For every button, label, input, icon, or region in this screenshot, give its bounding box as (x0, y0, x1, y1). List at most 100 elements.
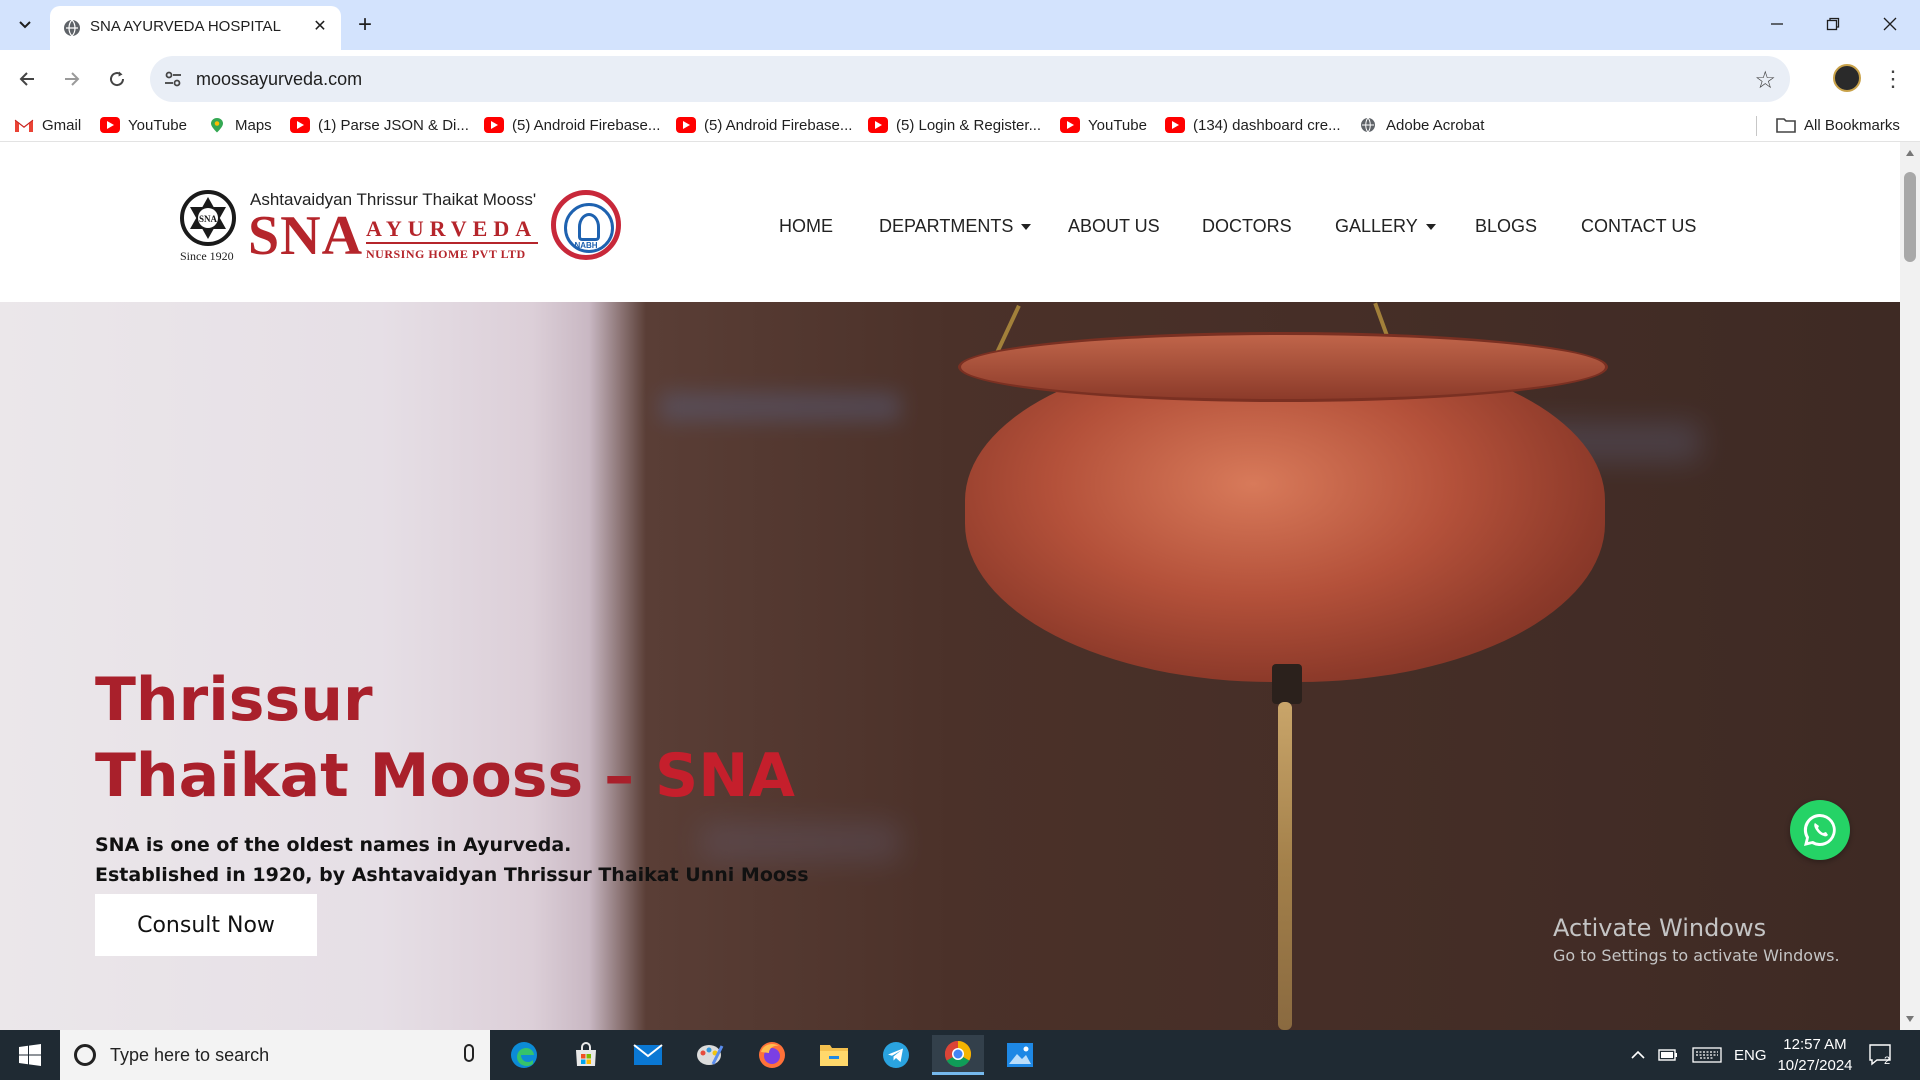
bookmark-label: (5) Android Firebase... (512, 116, 661, 134)
notification-count: 2 (1884, 1055, 1891, 1067)
battery-status[interactable] (1658, 1030, 1678, 1080)
taskbar-clock[interactable]: 12:57 AM 10/27/2024 (1770, 1034, 1860, 1076)
hero-title-highlight: SNA (655, 741, 795, 811)
hero-banner: Thrissur Thaikat Mooss – SNA SNA is one … (0, 302, 1900, 1030)
caret-down-icon (1425, 223, 1436, 230)
paint-icon (697, 1045, 724, 1065)
site-info-icon[interactable] (162, 68, 184, 90)
hero-title: Thrissur Thaikat Mooss – SNA (95, 662, 795, 814)
logo-sna: SNA (248, 205, 364, 267)
minimize-button[interactable] (1757, 8, 1797, 40)
mail-icon (633, 1044, 663, 1065)
activate-windows-subtitle: Go to Settings to activate Windows. (1553, 946, 1840, 965)
hero-title-line1: Thrissur (95, 665, 373, 735)
browser-menu-icon[interactable]: ⋮ (1880, 64, 1906, 94)
address-bar[interactable]: moossayurveda.com ☆ (150, 56, 1790, 102)
nav-gallery[interactable]: GALLERY (1335, 216, 1436, 237)
folder-icon (820, 1045, 848, 1066)
youtube-icon (484, 117, 504, 133)
bookmark-youtube-2[interactable]: YouTube (1060, 114, 1147, 136)
web-page: SNA Since 1920 Ashtavaidyan Thrissur Tha… (0, 142, 1900, 1030)
bookmark-android-firebase-2[interactable]: (5) Android Firebase... (676, 114, 852, 136)
scroll-down-icon[interactable] (1906, 1016, 1914, 1022)
forward-button[interactable] (55, 62, 89, 96)
bookmark-gmail[interactable]: Gmail (14, 114, 81, 136)
nav-home[interactable]: HOME (779, 216, 833, 237)
caret-down-icon (1021, 223, 1032, 230)
bookmark-label: Adobe Acrobat (1386, 116, 1485, 134)
pot-spout (1272, 664, 1302, 704)
taskbar-paint[interactable] (684, 1035, 736, 1075)
windows-taskbar: Type here to search ENG 12:57 AM 10/27/2… (0, 1030, 1920, 1080)
consult-now-button[interactable]: Consult Now (95, 894, 317, 956)
bookmark-label: YouTube (1088, 116, 1147, 134)
all-bookmarks-button[interactable]: All Bookmarks (1776, 114, 1900, 136)
bookmark-login-register[interactable]: (5) Login & Register... (868, 114, 1041, 136)
logo-nursing-home: NURSING HOME PVT LTD (366, 247, 526, 261)
bookmark-adobe-acrobat[interactable]: Adobe Acrobat (1358, 114, 1484, 136)
bookmark-dashboard[interactable]: (134) dashboard cre... (1165, 114, 1341, 136)
new-tab-button[interactable]: + (350, 10, 380, 40)
telegram-icon (883, 1042, 909, 1068)
whatsapp-button[interactable] (1790, 800, 1850, 860)
keyboard-icon (1692, 1047, 1722, 1063)
notification-center[interactable]: 2 (1868, 1030, 1891, 1080)
background-blur (660, 392, 900, 422)
browser-tab[interactable]: SNA AYURVEDA HOSPITAL ✕ (50, 6, 341, 50)
nav-blogs[interactable]: BLOGS (1475, 216, 1537, 237)
bookmark-maps[interactable]: Maps (207, 114, 272, 136)
touch-keyboard[interactable] (1692, 1030, 1722, 1080)
bookmarks-divider (1756, 116, 1757, 136)
taskbar-photos[interactable] (994, 1035, 1046, 1075)
youtube-icon (676, 117, 696, 133)
taskbar-store[interactable] (560, 1035, 612, 1075)
bookmark-label: Maps (235, 116, 272, 134)
globe-icon (64, 19, 80, 37)
youtube-icon (290, 117, 310, 133)
bookmark-parse-json[interactable]: (1) Parse JSON & Di... (290, 114, 469, 136)
close-window-button[interactable] (1870, 8, 1910, 40)
pot-rim (958, 332, 1608, 402)
bookmark-android-firebase-1[interactable]: (5) Android Firebase... (484, 114, 660, 136)
taskbar-edge[interactable] (498, 1035, 550, 1075)
show-hidden-icons[interactable] (1630, 1030, 1646, 1080)
taskbar-search-box[interactable]: Type here to search (60, 1030, 490, 1080)
gmail-icon (14, 119, 34, 132)
tab-search-button[interactable] (8, 10, 42, 40)
url-text[interactable]: moossayurveda.com (196, 69, 362, 90)
start-button[interactable] (0, 1030, 60, 1080)
taskbar-firefox[interactable] (746, 1035, 798, 1075)
sna-emblem-icon: SNA (180, 190, 236, 246)
back-button[interactable] (10, 62, 44, 96)
taskbar-file-explorer[interactable] (808, 1035, 860, 1075)
language-indicator[interactable]: ENG (1734, 1030, 1767, 1080)
taskbar-mail[interactable] (622, 1035, 674, 1075)
reload-button[interactable] (100, 62, 134, 96)
nav-departments-label: DEPARTMENTS (879, 216, 1014, 236)
reload-icon (110, 71, 125, 87)
oil-stream (1278, 702, 1292, 1030)
nav-about[interactable]: ABOUT US (1068, 216, 1160, 237)
hero-subtitle-line1: SNA is one of the oldest names in Ayurve… (95, 834, 572, 856)
nav-contact[interactable]: CONTACT US (1581, 216, 1696, 237)
scroll-up-icon[interactable] (1906, 150, 1914, 156)
microphone-icon[interactable] (464, 1044, 474, 1062)
taskbar-chrome[interactable] (932, 1035, 984, 1075)
scrollbar-thumb[interactable] (1904, 172, 1916, 262)
close-icon (1883, 17, 1897, 31)
taskbar-telegram[interactable] (870, 1035, 922, 1075)
nav-departments[interactable]: DEPARTMENTS (879, 216, 1032, 237)
nav-doctors[interactable]: DOCTORS (1202, 216, 1292, 237)
search-circle-icon (74, 1044, 96, 1066)
page-scrollbar[interactable] (1900, 142, 1920, 1030)
hero-subtitle-line2: Established in 1920, by Ashtavaidyan Thr… (95, 864, 809, 886)
bookmark-youtube[interactable]: YouTube (100, 114, 187, 136)
bookmark-star-icon[interactable]: ☆ (1754, 66, 1776, 95)
svg-text:SNA: SNA (199, 214, 218, 224)
restore-button[interactable] (1813, 8, 1853, 40)
bookmark-label: (1) Parse JSON & Di... (318, 116, 469, 134)
tab-close-icon[interactable]: ✕ (308, 14, 332, 38)
nav-gallery-label: GALLERY (1335, 216, 1418, 236)
profile-avatar[interactable] (1833, 64, 1861, 92)
store-icon (576, 1042, 596, 1066)
